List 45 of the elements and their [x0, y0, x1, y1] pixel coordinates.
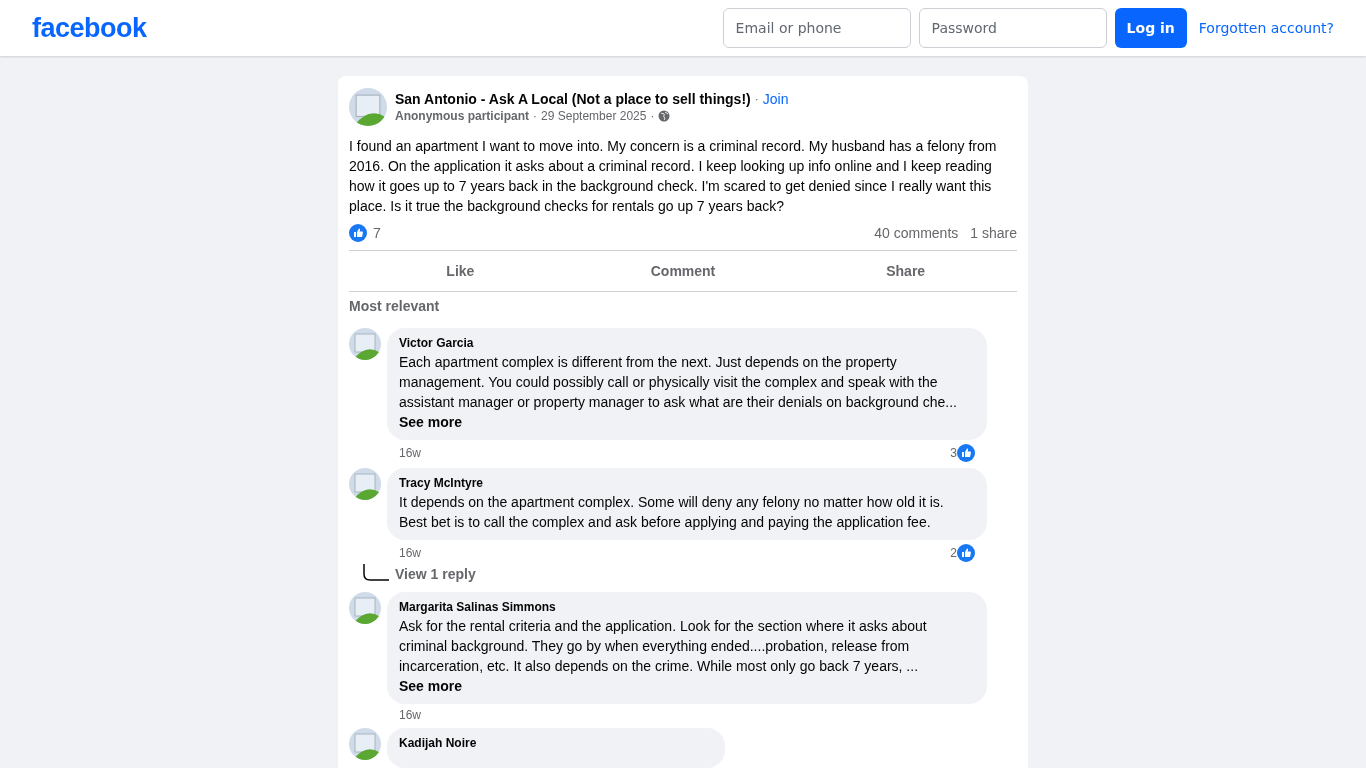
thumbs-up-icon [349, 224, 367, 242]
separator-dot: · [754, 92, 759, 106]
avatar-placeholder [349, 592, 381, 624]
thumbs-up-icon [957, 444, 975, 462]
post-text: I found an apartment I want to move into. My concern is a criminal record. My husband has a felony from 2016. On the application it asks about a criminal record. I keep looking up info online and I keep reading how it goes up to 7 years back in the background check. I'm scared to get denied since I really want this place. Is it true the background checks for rentals go up 7 years back? [349, 137, 998, 216]
view-replies-link[interactable]: View 1 reply [395, 566, 476, 582]
group-name[interactable]: San Antonio - Ask A Local (Not a place to sell things!) [395, 91, 751, 107]
thumbs-up-icon [957, 544, 975, 562]
forgotten-account-link[interactable]: Forgotten account? [1198, 20, 1334, 36]
password-field[interactable]: Password [918, 8, 1107, 48]
see-more-link[interactable]: See more [399, 414, 463, 430]
comment-author[interactable]: Tracy McIntyre [399, 476, 975, 490]
comment-author[interactable]: Margarita Salinas Simmons [399, 600, 975, 614]
comment-like-count: 2 [950, 546, 957, 560]
comment-author[interactable]: Victor Garcia [399, 336, 975, 350]
comment-time[interactable]: 16w [399, 446, 421, 460]
join-link[interactable]: Join [762, 91, 789, 107]
login-button[interactable]: Log in [1114, 8, 1187, 48]
comment-time[interactable]: 16w [399, 708, 421, 722]
comment-like-count: 3 [950, 446, 957, 460]
post-action-button[interactable]: Comment [571, 251, 795, 291]
comment-time[interactable]: 16w [399, 546, 421, 560]
share-count[interactable]: 1 share [970, 225, 1017, 241]
comment-text: Each apartment complex is different from the next. Just depends on the property management. You could possibly call or physically visit the complex and speak with the assistant manager or property manager to ask what are their denials on background che... See more [399, 353, 958, 432]
globe-icon [658, 110, 671, 122]
comment-text: Ask for the rental criteria and the application. Look for the section where it asks about criminal background. They go by when everything ended....probation, release from incarceration, etc. It also depends on the crime. While most only go back 7 years, ... See more [399, 617, 928, 696]
post-date[interactable]: 29 September 2025 [541, 109, 647, 123]
post-action-button[interactable]: Share [794, 251, 1017, 291]
post-author: Anonymous participant [395, 109, 529, 123]
post-action-button[interactable]: Like [349, 251, 572, 291]
facebook-logo[interactable]: facebook [32, 12, 147, 44]
comment-author[interactable]: Kadijah Noire [399, 736, 713, 750]
avatar-placeholder [349, 728, 381, 760]
avatar-placeholder [349, 468, 381, 500]
see-more-link[interactable]: See more [399, 678, 463, 694]
email-field[interactable]: Email or phone [722, 8, 911, 48]
reply-connector-line [363, 564, 389, 582]
comment-text: It depends on the apartment complex. Some will deny any felony no matter how old it is. Best bet is to call the complex and ask before applying and paying the application fee. [399, 493, 945, 532]
comment-count[interactable]: 40 comments [874, 225, 959, 241]
avatar-placeholder [349, 328, 381, 360]
separator-dot: · [533, 109, 537, 123]
separator-dot: · [650, 109, 655, 123]
reaction-count[interactable]: 7 [373, 225, 381, 241]
avatar-placeholder [349, 88, 387, 126]
sort-filter[interactable]: Most relevant [349, 298, 1017, 314]
